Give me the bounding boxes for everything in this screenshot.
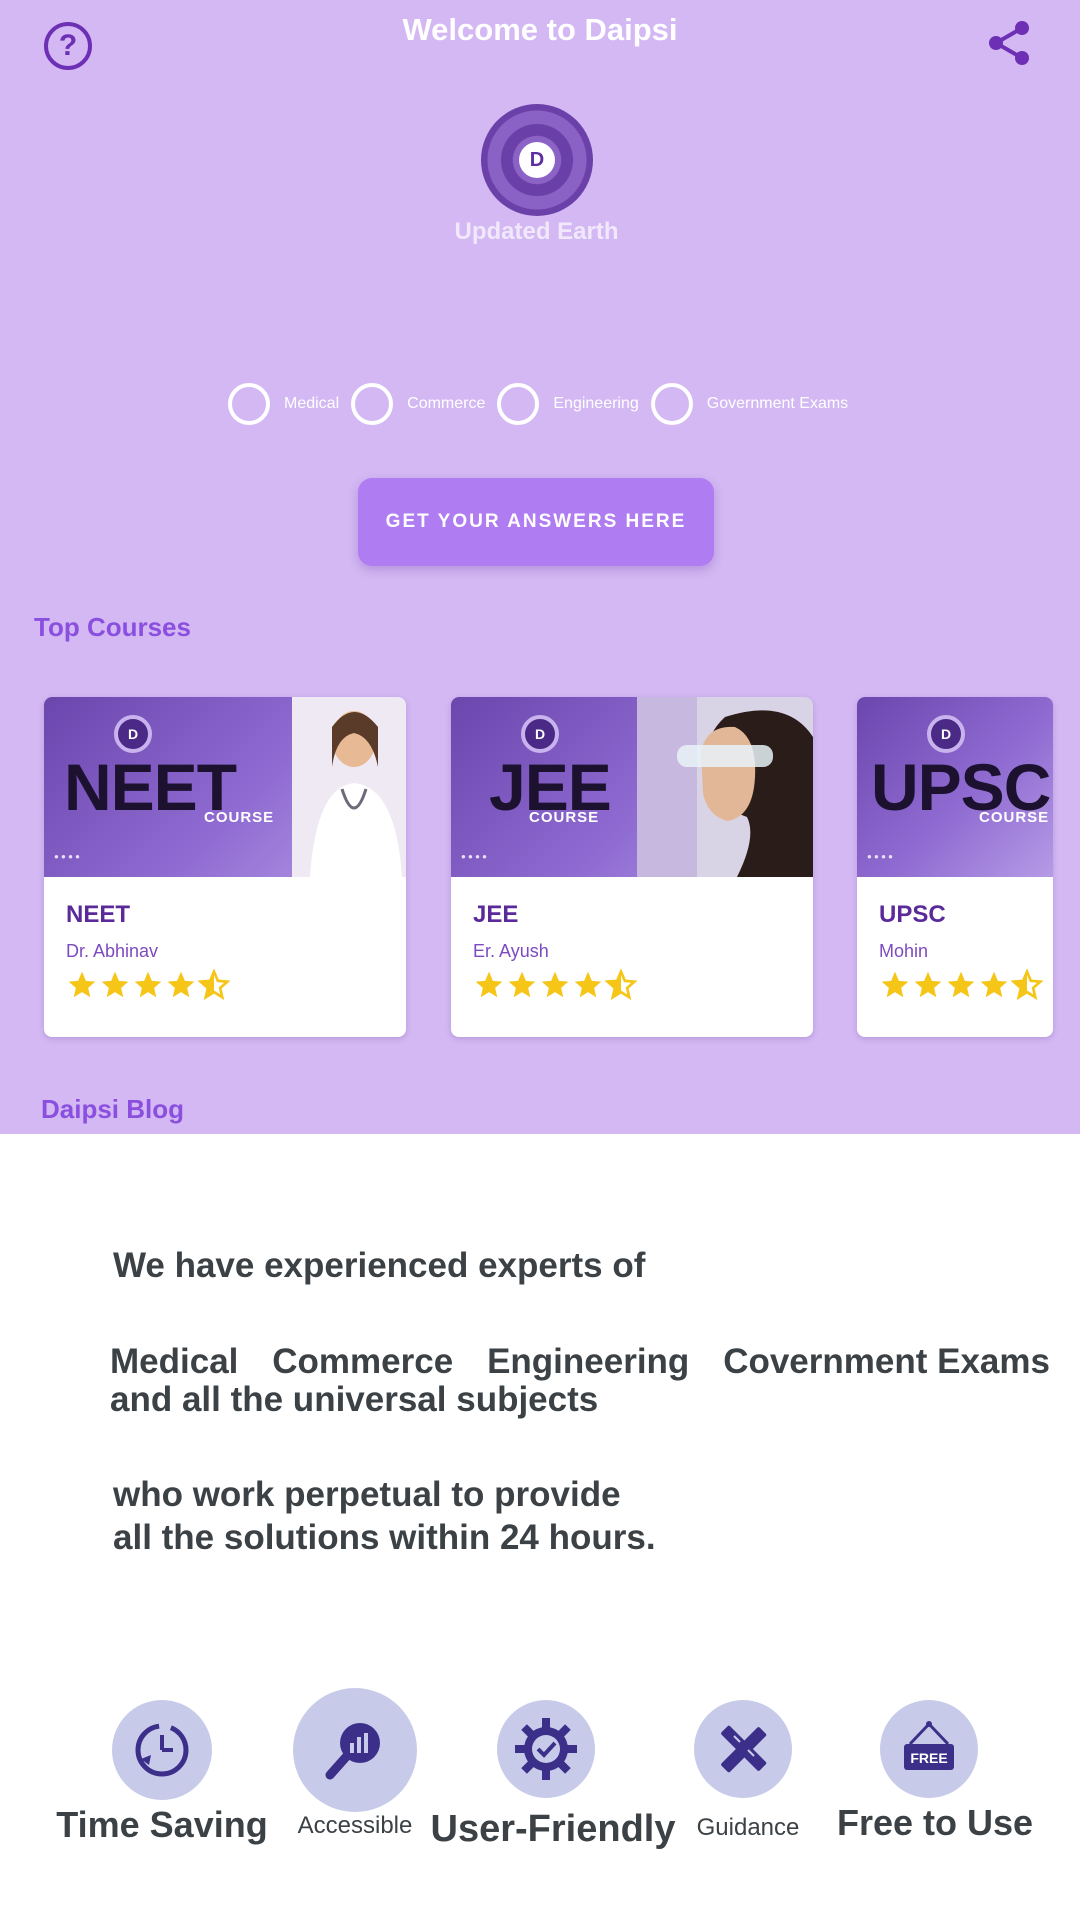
star-icon [101, 971, 129, 998]
banner-subtitle: COURSE [979, 809, 1050, 826]
half-star-icon [1011, 969, 1043, 1001]
radio-circle[interactable] [497, 383, 540, 425]
search-chart-icon [293, 1688, 417, 1812]
course-card-jee[interactable]: D JEE COURSE ● ● ● ● JEE Er. Ayush [451, 697, 813, 1037]
radio-circle[interactable] [650, 383, 693, 425]
star-icon [508, 971, 536, 998]
half-star-icon [605, 969, 637, 1001]
page-title: Welcome to Daipsi [402, 12, 678, 47]
star-icon [574, 971, 602, 998]
app-screen: ? Welcome to Daipsi D Updated Earth Medi… [0, 0, 1080, 1134]
banner-subtitle: COURSE [204, 809, 275, 826]
radio-medical[interactable]: Medical [228, 383, 339, 425]
star-icon [134, 971, 162, 998]
brand-logo-icon: D [521, 715, 559, 753]
category-radio-group: Medical Commerce Engineering Government … [228, 382, 860, 426]
subjects-list: Medical Commerce Engineering Covernment … [110, 1342, 1050, 1382]
banner-dots: ● ● ● ● [867, 852, 893, 861]
star-icon [167, 971, 195, 998]
star-icon [541, 971, 569, 998]
top-courses-title: Top Courses [34, 612, 191, 642]
radio-label: Engineering [553, 395, 639, 412]
info-line-4: all the solutions within 24 hours. [113, 1518, 656, 1557]
app-logo: D [481, 104, 593, 216]
half-star-icon [198, 969, 230, 1001]
star-icon [881, 971, 909, 998]
subject-item: Covernment Exams [723, 1342, 1050, 1381]
feature-label: User-Friendly [430, 1808, 676, 1850]
course-card-upsc[interactable]: D UPSC COURSE ● ● ● ● UPSC Mohin [857, 697, 1053, 1037]
course-banner: D JEE COURSE ● ● ● ● [451, 697, 813, 877]
experts-heading: We have experienced experts of [113, 1246, 646, 1285]
subject-item: Commerce [272, 1342, 454, 1381]
star-icon [947, 971, 975, 998]
get-answers-button[interactable]: GET YOUR ANSWERS HERE [358, 478, 714, 566]
rating-stars [473, 969, 638, 1001]
star-icon [980, 971, 1008, 998]
course-card-neet[interactable]: D NEET COURSE ● ● ● ● NEET Dr. Abhinav [44, 697, 406, 1037]
course-title: JEE [473, 901, 519, 928]
course-instructor: Er. Ayush [473, 941, 549, 961]
radio-label: Commerce [407, 395, 486, 412]
star-icon [914, 971, 942, 998]
banner-dots: ● ● ● ● [461, 852, 487, 861]
radio-engineering[interactable]: Engineering [497, 383, 639, 425]
course-instructor: Mohin [879, 941, 929, 961]
free-badge-text: FREE [910, 1750, 947, 1766]
radio-label: Government Exams [706, 395, 849, 412]
share-icon[interactable] [984, 18, 1034, 68]
scientist-photo-icon [637, 697, 813, 877]
logo-caption: Updated Earth [454, 218, 619, 245]
subject-item: Medical [110, 1342, 239, 1381]
course-title: NEET [66, 901, 131, 928]
course-title: UPSC [879, 901, 946, 928]
star-icon [68, 971, 96, 998]
brand-logo-icon: D [927, 715, 965, 753]
course-banner: D UPSC COURSE ● ● ● ● [857, 697, 1053, 877]
feature-label: Time Saving [56, 1804, 268, 1845]
radio-label: Medical [284, 395, 340, 412]
subject-item: Engineering [487, 1342, 690, 1381]
gear-check-icon [497, 1700, 595, 1798]
free-sign-icon: FREE [880, 1700, 978, 1798]
doctor-photo-icon [292, 697, 406, 877]
pencil-ruler-icon [694, 1700, 792, 1798]
course-instructor: Dr. Abhinav [66, 941, 159, 961]
feature-label: Guidance [696, 1814, 800, 1841]
radio-circle[interactable] [351, 383, 394, 425]
brand-logo-icon: D [114, 715, 152, 753]
logo-glyph: D [519, 142, 555, 178]
clock-icon [112, 1700, 212, 1800]
blog-title: Daipsi Blog [41, 1094, 185, 1124]
course-banner: D NEET COURSE ● ● ● ● [44, 697, 406, 877]
rating-stars [66, 969, 231, 1001]
features-row: Time Saving Accessible User-Friendly Gui… [0, 1684, 1080, 1884]
feature-label: Accessible [297, 1812, 413, 1839]
radio-commerce[interactable]: Commerce [351, 383, 485, 425]
banner-dots: ● ● ● ● [54, 852, 80, 861]
rating-stars [879, 969, 1044, 1001]
info-line-3: who work perpetual to provide [113, 1475, 621, 1514]
banner-subtitle: COURSE [529, 809, 600, 826]
radio-circle[interactable] [228, 383, 270, 425]
star-icon [475, 971, 503, 998]
feature-label: Free to Use [836, 1802, 1034, 1843]
radio-government-exams[interactable]: Government Exams [650, 383, 849, 425]
subjects-line-2: and all the universal subjects [110, 1380, 599, 1419]
